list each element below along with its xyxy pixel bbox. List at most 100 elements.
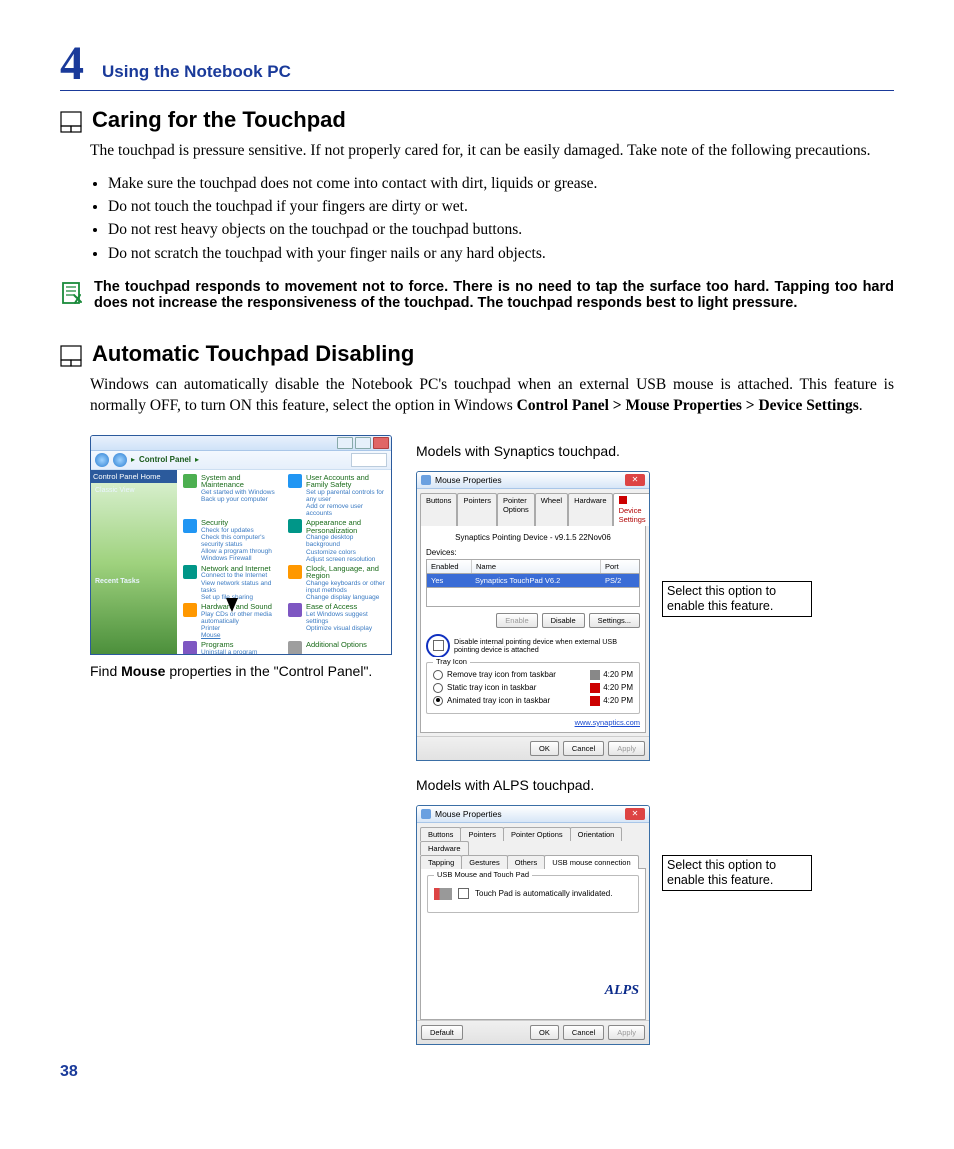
category-sublink[interactable]: Get started with Windows xyxy=(201,489,280,496)
category-sublink[interactable]: Change keyboards or other input methods xyxy=(306,580,385,594)
minimize-button[interactable] xyxy=(337,437,353,449)
cp-category[interactable]: Clock, Language, and RegionChange keyboa… xyxy=(288,565,385,601)
cp-category[interactable]: Additional Options xyxy=(288,641,385,654)
tab-buttons[interactable]: Buttons xyxy=(420,493,457,526)
tab-pointers[interactable]: Pointers xyxy=(457,493,497,526)
close-button[interactable]: ✕ xyxy=(625,808,645,820)
tab-device-settings[interactable]: Device Settings xyxy=(613,493,650,526)
category-sublink[interactable]: Mouse xyxy=(201,632,280,639)
category-sublink[interactable]: Adjust screen resolution xyxy=(306,556,385,563)
category-title: Hardware and Sound xyxy=(201,603,280,611)
category-sublink[interactable]: Add or remove user accounts xyxy=(306,503,385,517)
category-title: System and Maintenance xyxy=(201,474,280,489)
category-sublink[interactable]: Printer xyxy=(201,625,280,632)
alps-brand-logo: ALPS xyxy=(427,983,639,999)
category-sublink[interactable]: Connect to the Internet xyxy=(201,572,280,579)
category-icon xyxy=(183,641,197,654)
close-button[interactable]: ✕ xyxy=(625,474,645,486)
tabs-row-2: Tapping Gestures Others USB mouse connec… xyxy=(417,854,649,868)
category-sublink[interactable]: Customize colors xyxy=(306,549,385,556)
category-sublink[interactable]: Change display language xyxy=(306,594,385,601)
ok-button[interactable]: OK xyxy=(530,1025,559,1040)
category-sublink[interactable]: View network status and tasks xyxy=(201,580,280,594)
apply-button[interactable]: Apply xyxy=(608,741,645,756)
tab-wheel[interactable]: Wheel xyxy=(535,493,568,526)
search-input[interactable] xyxy=(351,453,387,467)
category-sublink[interactable]: Optimize visual display xyxy=(306,625,385,632)
dialog-footer: OK Cancel Apply xyxy=(417,736,649,760)
back-button[interactable] xyxy=(95,453,109,467)
tab-tapping[interactable]: Tapping xyxy=(420,855,462,869)
cp-category[interactable]: System and MaintenanceGet started with W… xyxy=(183,474,280,518)
cancel-button[interactable]: Cancel xyxy=(563,1025,604,1040)
tab-hardware[interactable]: Hardware xyxy=(420,841,469,855)
category-sublink[interactable]: Set up parental controls for any user xyxy=(306,489,385,503)
cp-category[interactable]: Appearance and PersonalizationChange des… xyxy=(288,519,385,563)
page-number: 38 xyxy=(60,1063,894,1081)
category-sublink[interactable]: Set up file sharing xyxy=(201,594,280,601)
breadcrumb[interactable]: Control Panel xyxy=(139,455,191,464)
category-title: Appearance and Personalization xyxy=(306,519,385,534)
tab-pointer-options[interactable]: Pointer Options xyxy=(497,493,535,526)
ok-button[interactable]: OK xyxy=(530,741,559,756)
note-icon xyxy=(60,281,84,305)
category-sublink[interactable]: Allow a program through Windows Firewall xyxy=(201,548,280,562)
sidebar-classic-view[interactable]: Classic View xyxy=(95,487,173,494)
forward-button[interactable] xyxy=(113,453,127,467)
radio-animated-tray[interactable] xyxy=(433,696,443,706)
cp-category[interactable]: Ease of AccessLet Windows suggest settin… xyxy=(288,603,385,639)
synaptics-callout: Select this option to enable this featur… xyxy=(662,581,812,617)
control-panel-window: ▸ Control Panel ▸ Control Panel Home Cla… xyxy=(90,435,392,655)
radio-static-tray[interactable] xyxy=(433,683,443,693)
alps-caption: Models with ALPS touchpad. xyxy=(416,777,894,793)
category-sublink[interactable]: Check for updates xyxy=(201,527,280,534)
precaution-item: Do not touch the touchpad if your finger… xyxy=(108,195,894,218)
apply-button[interactable]: Apply xyxy=(608,1025,645,1040)
close-button[interactable] xyxy=(373,437,389,449)
enable-button[interactable]: Enable xyxy=(496,613,537,628)
category-icon xyxy=(288,519,302,533)
category-sublink[interactable]: Let Windows suggest settings xyxy=(306,611,385,625)
callout-arrow-icon xyxy=(226,598,238,612)
mouse-icon xyxy=(421,475,431,485)
section-heading-caring: Caring for the Touchpad xyxy=(92,107,346,133)
tab-pointer-options[interactable]: Pointer Options xyxy=(503,827,571,841)
section-heading-auto: Automatic Touchpad Disabling xyxy=(92,341,414,367)
synaptics-link[interactable]: www.synaptics.com xyxy=(426,718,640,727)
maximize-button[interactable] xyxy=(355,437,371,449)
cp-category[interactable]: Network and InternetConnect to the Inter… xyxy=(183,565,280,601)
tabs: Buttons Pointers Pointer Options Wheel H… xyxy=(417,489,649,525)
cp-category[interactable]: User Accounts and Family SafetySet up pa… xyxy=(288,474,385,518)
dialog-title: Mouse Properties xyxy=(435,809,502,819)
tab-gestures[interactable]: Gestures xyxy=(461,855,507,869)
tab-hardware[interactable]: Hardware xyxy=(568,493,613,526)
dialog-titlebar: Mouse Properties ✕ xyxy=(417,806,649,823)
tab-pointers[interactable]: Pointers xyxy=(460,827,504,841)
alps-callout: Select this option to enable this featur… xyxy=(662,855,812,891)
auto-invalidate-checkbox[interactable] xyxy=(458,888,469,899)
cancel-button[interactable]: Cancel xyxy=(563,741,604,756)
device-row[interactable]: Yes Synaptics TouchPad V6.2 PS/2 xyxy=(426,574,640,588)
tab-others[interactable]: Others xyxy=(507,855,546,869)
default-button[interactable]: Default xyxy=(421,1025,463,1040)
cp-category[interactable]: ProgramsUninstall a programChange startu… xyxy=(183,641,280,654)
disable-on-usb-checkbox[interactable] xyxy=(433,640,444,651)
disable-button[interactable]: Disable xyxy=(542,613,585,628)
chapter-header: 4 Using the Notebook PC xyxy=(60,40,894,91)
section-caring: Caring for the Touchpad xyxy=(60,107,894,137)
tray-static-icon xyxy=(590,683,600,693)
category-sublink[interactable]: Uninstall a program xyxy=(201,649,275,655)
sidebar-header[interactable]: Control Panel Home xyxy=(91,470,177,483)
category-sublink[interactable]: Change desktop background xyxy=(306,534,385,548)
tab-buttons[interactable]: Buttons xyxy=(420,827,461,841)
tab-usb-mouse-connection[interactable]: USB mouse connection xyxy=(544,855,638,869)
tab-orientation[interactable]: Orientation xyxy=(570,827,623,841)
settings-button[interactable]: Settings... xyxy=(589,613,640,628)
category-sublink[interactable]: Back up your computer xyxy=(201,496,280,503)
mouse-icon xyxy=(421,809,431,819)
category-sublink[interactable]: Check this computer's security status xyxy=(201,534,280,548)
category-sublink[interactable]: Play CDs or other media automatically xyxy=(201,611,280,625)
clock-icon xyxy=(590,670,600,680)
cp-category[interactable]: SecurityCheck for updatesCheck this comp… xyxy=(183,519,280,563)
radio-remove-tray[interactable] xyxy=(433,670,443,680)
